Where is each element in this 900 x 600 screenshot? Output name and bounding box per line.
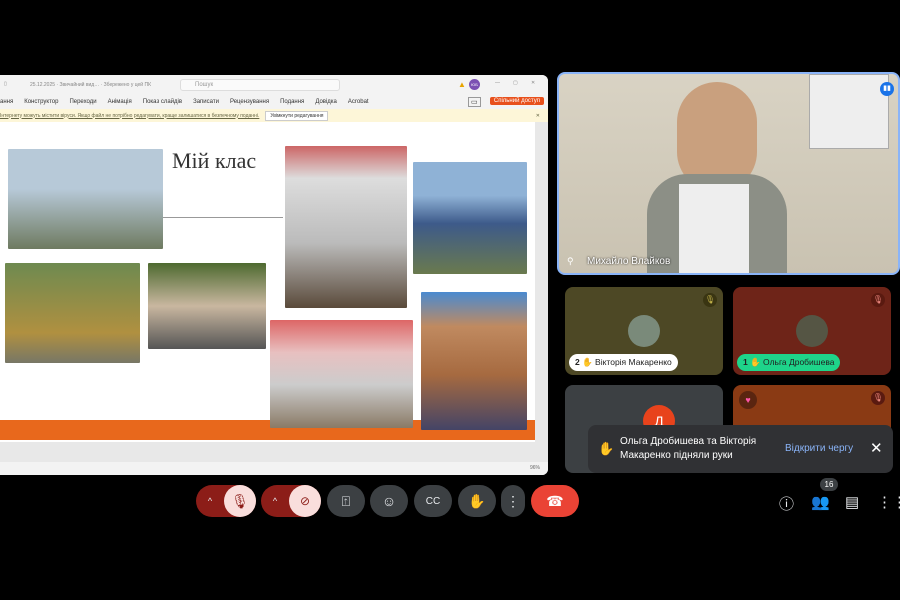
status-bar: 96% bbox=[0, 462, 548, 475]
mic-options-chevron-icon[interactable]: ^ bbox=[196, 496, 224, 506]
toast-message: Ольга Дробишева та Вікторія Макаренко пі… bbox=[620, 436, 757, 461]
participant-tile[interactable]: 🎙 1 ✋ Ольга Дробишева bbox=[733, 287, 891, 375]
main-video-tile[interactable]: ▮▮ ⚲ Михайло Влайков bbox=[557, 72, 900, 275]
slide: Мій клас bbox=[0, 122, 535, 442]
user-avatar[interactable]: ЮБ bbox=[469, 79, 480, 90]
photo bbox=[5, 263, 140, 363]
slide-title: Мій клас bbox=[172, 148, 257, 173]
close-bar-icon[interactable]: ✕ bbox=[536, 113, 540, 119]
calendar bbox=[809, 74, 889, 149]
mic-off-icon: 🎙 bbox=[703, 293, 717, 307]
heart-reaction-icon: ♥ bbox=[739, 391, 757, 409]
avatar bbox=[628, 315, 660, 347]
warning-icon: ▲ bbox=[458, 80, 466, 89]
captions-button[interactable]: CC bbox=[414, 485, 452, 517]
search-input[interactable]: Пошук bbox=[180, 79, 340, 91]
speaker-shirt bbox=[679, 184, 749, 273]
zoom-level[interactable]: 96% bbox=[530, 465, 540, 471]
share-button[interactable]: Спільний доступ bbox=[489, 97, 544, 105]
title-bar: ▯ 25.12.2025 · Звичайний вид… · Збережен… bbox=[0, 75, 548, 95]
slide-area: Мій клас bbox=[0, 122, 548, 462]
speaking-indicator-icon: ▮▮ bbox=[880, 82, 894, 96]
tab[interactable]: Подання bbox=[280, 99, 304, 105]
tab[interactable]: Рецензування bbox=[230, 99, 269, 105]
chat-icon[interactable]: ▤ bbox=[845, 493, 859, 511]
comments-icon[interactable]: ▭ bbox=[468, 97, 481, 107]
close-button[interactable]: ✕ bbox=[531, 80, 535, 86]
warning-text: Інтернету можуть містити віруси. Якщо фа… bbox=[0, 112, 260, 119]
tab[interactable]: Записати bbox=[193, 99, 219, 105]
camera-options-chevron-icon[interactable]: ^ bbox=[261, 496, 289, 506]
photo bbox=[270, 320, 413, 428]
enable-editing-button[interactable]: Увімкнути редагування bbox=[265, 110, 329, 121]
raised-hands-toast: ✋ Ольга Дробишева та Вікторія Макаренко … bbox=[588, 425, 893, 473]
tab[interactable]: Довідка bbox=[315, 99, 337, 105]
tab[interactable]: Анімація bbox=[108, 99, 132, 105]
divider bbox=[163, 217, 283, 218]
photo bbox=[421, 292, 527, 430]
tab[interactable]: Переходи bbox=[69, 99, 96, 105]
photo bbox=[8, 149, 163, 249]
mic-control: ^ 🎙 bbox=[196, 485, 256, 517]
maximize-button[interactable]: ▢ bbox=[513, 80, 518, 86]
participants-count-badge: 16 bbox=[820, 478, 838, 491]
avatar bbox=[796, 315, 828, 347]
hand-icon: ✋ bbox=[598, 441, 615, 456]
tab[interactable]: Acrobat bbox=[348, 99, 369, 105]
app-icon: ▯ bbox=[4, 81, 7, 87]
tab[interactable]: ання bbox=[0, 99, 13, 105]
tab[interactable]: Показ слайдів bbox=[143, 99, 182, 105]
file-path: 25.12.2025 · Звичайний вид… · Збережено … bbox=[30, 82, 151, 88]
protected-view-bar: Інтернету можуть містити віруси. Якщо фа… bbox=[0, 109, 548, 122]
close-icon[interactable]: ✕ bbox=[870, 439, 883, 457]
people-icon[interactable]: 👥 bbox=[811, 493, 830, 511]
name-tag: 1 ✋ Ольга Дробишева bbox=[737, 354, 841, 371]
camera-off-button[interactable]: ⊘ bbox=[289, 485, 321, 517]
mic-off-button[interactable]: 🎙 bbox=[224, 485, 256, 517]
mic-off-icon: 🎙 bbox=[871, 391, 885, 405]
present-screen-button[interactable]: ⍐ bbox=[327, 485, 365, 517]
photo bbox=[148, 263, 266, 349]
info-icon[interactable]: ⓘ bbox=[779, 493, 794, 514]
name-tag: 2 ✋ Вікторія Макаренко bbox=[569, 354, 678, 371]
end-call-button[interactable]: ☎ bbox=[531, 485, 579, 517]
open-queue-button[interactable]: Відкрити чергу bbox=[785, 443, 853, 454]
mic-off-icon: 🎙 bbox=[871, 293, 885, 307]
more-options-button[interactable]: ⋮ bbox=[501, 485, 525, 517]
participant-tile[interactable]: 🎙 2 ✋ Вікторія Макаренко bbox=[565, 287, 723, 375]
minimize-button[interactable]: — bbox=[495, 80, 500, 86]
raise-hand-button[interactable]: ✋ bbox=[458, 485, 496, 517]
pin-icon[interactable]: ⚲ bbox=[567, 256, 574, 267]
speaker-name: Михайло Влайков bbox=[587, 256, 671, 267]
screen-share-window: ▯ 25.12.2025 · Звичайний вид… · Збережен… bbox=[0, 75, 548, 475]
emoji-button[interactable]: ☺ bbox=[370, 485, 408, 517]
activities-icon[interactable]: ⋮⋮ bbox=[877, 493, 900, 511]
tab[interactable]: Конструктор bbox=[24, 99, 58, 105]
photo bbox=[413, 162, 527, 274]
photo bbox=[285, 146, 407, 308]
camera-control: ^ ⊘ bbox=[261, 485, 321, 517]
ribbon-tabs: ання Конструктор Переходи Анімація Показ… bbox=[0, 95, 548, 109]
